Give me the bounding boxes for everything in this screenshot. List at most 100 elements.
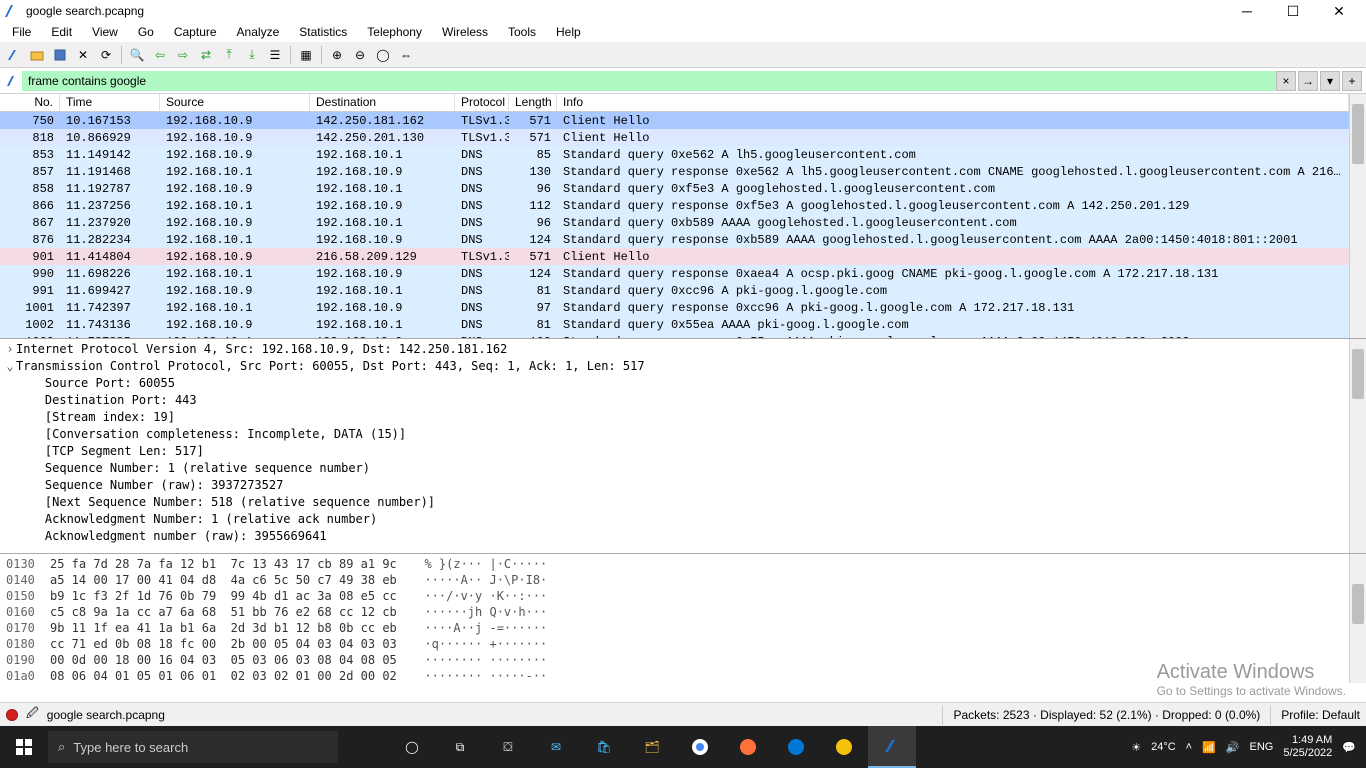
details-line[interactable]: Acknowledgment number (raw): 3955669641 xyxy=(4,528,1345,545)
menu-tools[interactable]: Tools xyxy=(504,23,540,41)
menu-edit[interactable]: Edit xyxy=(47,23,76,41)
packet-list-rows[interactable]: 75010.167153192.168.10.9142.250.181.162T… xyxy=(0,112,1349,338)
resize-cols-icon[interactable]: ⇔ xyxy=(396,45,416,65)
col-header-time[interactable]: Time xyxy=(60,94,160,111)
prev-icon[interactable]: ⇦ xyxy=(150,45,170,65)
wifi-icon[interactable]: 📶 xyxy=(1202,741,1216,754)
packet-bytes-body[interactable]: 013025 fa 7d 28 7a fa 12 b1 7c 13 43 17 … xyxy=(0,554,1349,683)
close-button[interactable]: ✕ xyxy=(1316,0,1362,22)
table-row[interactable]: 86611.237256192.168.10.1192.168.10.9DNS1… xyxy=(0,197,1349,214)
menu-capture[interactable]: Capture xyxy=(170,23,221,41)
find-icon[interactable]: 🔍 xyxy=(127,45,147,65)
packet-list-headers[interactable]: No. Time Source Destination Protocol Len… xyxy=(0,94,1349,112)
packet-list-scrollbar[interactable] xyxy=(1349,94,1366,338)
display-filter-input[interactable] xyxy=(22,71,1276,91)
volume-icon[interactable]: 🔊 xyxy=(1226,741,1240,754)
details-line[interactable]: Destination Port: 443 xyxy=(4,392,1345,409)
menu-go[interactable]: Go xyxy=(134,23,158,41)
menu-statistics[interactable]: Statistics xyxy=(295,23,351,41)
table-row[interactable]: 99111.699427192.168.10.9192.168.10.1DNS8… xyxy=(0,282,1349,299)
filter-bookmark-icon[interactable] xyxy=(4,72,22,90)
table-row[interactable]: 100111.742397192.168.10.1192.168.10.9DNS… xyxy=(0,299,1349,316)
dropbox-icon[interactable]: ⛋ xyxy=(484,726,532,768)
table-row[interactable]: 85711.191468192.168.10.1192.168.10.9DNS1… xyxy=(0,163,1349,180)
hex-line[interactable]: 0160c5 c8 9a 1a cc a7 6a 68 51 bb 76 e2 … xyxy=(6,604,1343,620)
details-line[interactable]: [TCP Segment Len: 517] xyxy=(4,443,1345,460)
details-line[interactable]: [Stream index: 19] xyxy=(4,409,1345,426)
tray-chevron-up-icon[interactable]: ˄ xyxy=(1186,741,1192,753)
menu-wireless[interactable]: Wireless xyxy=(438,23,492,41)
col-header-info[interactable]: Info xyxy=(557,94,1349,111)
hex-line[interactable]: 013025 fa 7d 28 7a fa 12 b1 7c 13 43 17 … xyxy=(6,556,1343,572)
chrome-icon[interactable] xyxy=(676,726,724,768)
table-row[interactable]: 90111.414804192.168.10.9216.58.209.129TL… xyxy=(0,248,1349,265)
start-button[interactable] xyxy=(0,726,48,768)
maximize-button[interactable]: ☐ xyxy=(1270,0,1316,22)
menu-telephony[interactable]: Telephony xyxy=(363,23,426,41)
jump-to-icon[interactable]: ⇄ xyxy=(196,45,216,65)
edge-icon[interactable] xyxy=(772,726,820,768)
language-label[interactable]: ENG xyxy=(1250,741,1274,753)
autoscroll-icon[interactable]: ☰ xyxy=(265,45,285,65)
hex-line[interactable]: 0150b9 1c f3 2f 1d 76 0b 79 99 4b d1 ac … xyxy=(6,588,1343,604)
firefox-icon[interactable] xyxy=(724,726,772,768)
details-line[interactable]: Sequence Number: 1 (relative sequence nu… xyxy=(4,460,1345,477)
close-file-icon[interactable]: ✕ xyxy=(73,45,93,65)
table-row[interactable]: 100211.743136192.168.10.9192.168.10.1DNS… xyxy=(0,316,1349,333)
scrollbar-thumb[interactable] xyxy=(1352,104,1364,164)
table-row[interactable]: 99011.698226192.168.10.1192.168.10.9DNS1… xyxy=(0,265,1349,282)
hex-line[interactable]: 0180cc 71 ed 0b 08 18 fc 00 2b 00 05 04 … xyxy=(6,636,1343,652)
store-icon[interactable]: 🛍 xyxy=(580,726,628,768)
zoom-reset-icon[interactable]: ◯ xyxy=(373,45,393,65)
go-last-icon[interactable]: ⤓ xyxy=(242,45,262,65)
tray-clock[interactable]: 1:49 AM 5/25/2022 xyxy=(1283,734,1332,760)
colorize-icon[interactable]: ▦ xyxy=(296,45,316,65)
packet-details-body[interactable]: ›Internet Protocol Version 4, Src: 192.1… xyxy=(0,339,1349,553)
col-header-no[interactable]: No. xyxy=(0,94,60,111)
table-row[interactable]: 81810.866929192.168.10.9142.250.201.130T… xyxy=(0,129,1349,146)
weather-label[interactable]: 24°C xyxy=(1151,741,1176,753)
cortana-icon[interactable]: ◯ xyxy=(388,726,436,768)
table-row[interactable]: 75010.167153192.168.10.9142.250.181.162T… xyxy=(0,112,1349,129)
next-icon[interactable]: ⇨ xyxy=(173,45,193,65)
filter-history-button[interactable]: ▾ xyxy=(1320,71,1340,91)
reload-icon[interactable]: ⟳ xyxy=(96,45,116,65)
zoom-out-icon[interactable]: ⊖ xyxy=(350,45,370,65)
wireshark-icon[interactable] xyxy=(868,726,916,768)
go-first-icon[interactable]: ⤒ xyxy=(219,45,239,65)
save-icon[interactable] xyxy=(50,45,70,65)
table-row[interactable]: 86711.237920192.168.10.9192.168.10.1DNS9… xyxy=(0,214,1349,231)
menu-file[interactable]: File xyxy=(8,23,35,41)
details-line[interactable]: Sequence Number (raw): 3937273527 xyxy=(4,477,1345,494)
col-header-length[interactable]: Length xyxy=(509,94,557,111)
shark-fin-icon[interactable] xyxy=(4,45,24,65)
apply-filter-button[interactable]: → xyxy=(1298,71,1318,91)
details-line[interactable]: ⌄Transmission Control Protocol, Src Port… xyxy=(4,358,1345,375)
details-line[interactable]: Acknowledgment Number: 1 (relative ack n… xyxy=(4,511,1345,528)
scrollbar-thumb[interactable] xyxy=(1352,349,1364,399)
table-row[interactable]: 100911.787885192.168.10.1192.168.10.9DNS… xyxy=(0,333,1349,338)
details-line[interactable]: [Conversation completeness: Incomplete, … xyxy=(4,426,1345,443)
details-line[interactable]: [Next Sequence Number: 518 (relative seq… xyxy=(4,494,1345,511)
add-filter-button[interactable]: + xyxy=(1342,71,1362,91)
open-file-icon[interactable] xyxy=(27,45,47,65)
zoom-in-icon[interactable]: ⊕ xyxy=(327,45,347,65)
taskbar-search[interactable]: ⌕ Type here to search xyxy=(48,731,338,763)
menu-view[interactable]: View xyxy=(88,23,122,41)
table-row[interactable]: 87611.282234192.168.10.1192.168.10.9DNS1… xyxy=(0,231,1349,248)
col-header-source[interactable]: Source xyxy=(160,94,310,111)
minimize-button[interactable]: ─ xyxy=(1224,0,1270,22)
col-header-destination[interactable]: Destination xyxy=(310,94,455,111)
details-scrollbar[interactable] xyxy=(1349,339,1366,553)
hex-line[interactable]: 019000 0d 00 18 00 16 04 03 05 03 06 03 … xyxy=(6,652,1343,668)
scrollbar-thumb[interactable] xyxy=(1352,584,1364,624)
table-row[interactable]: 85811.192787192.168.10.9192.168.10.1DNS9… xyxy=(0,180,1349,197)
hex-line[interactable]: 01709b 11 1f ea 41 1a b1 6a 2d 3d b1 12 … xyxy=(6,620,1343,636)
table-row[interactable]: 85311.149142192.168.10.9192.168.10.1DNS8… xyxy=(0,146,1349,163)
col-header-protocol[interactable]: Protocol xyxy=(455,94,509,111)
task-view-icon[interactable]: ⧉ xyxy=(436,726,484,768)
weather-icon[interactable]: ☀ xyxy=(1131,741,1141,754)
details-line[interactable]: ›Internet Protocol Version 4, Src: 192.1… xyxy=(4,341,1345,358)
status-profile-label[interactable]: Profile: Default xyxy=(1281,708,1360,722)
expert-info-icon[interactable] xyxy=(6,709,18,721)
